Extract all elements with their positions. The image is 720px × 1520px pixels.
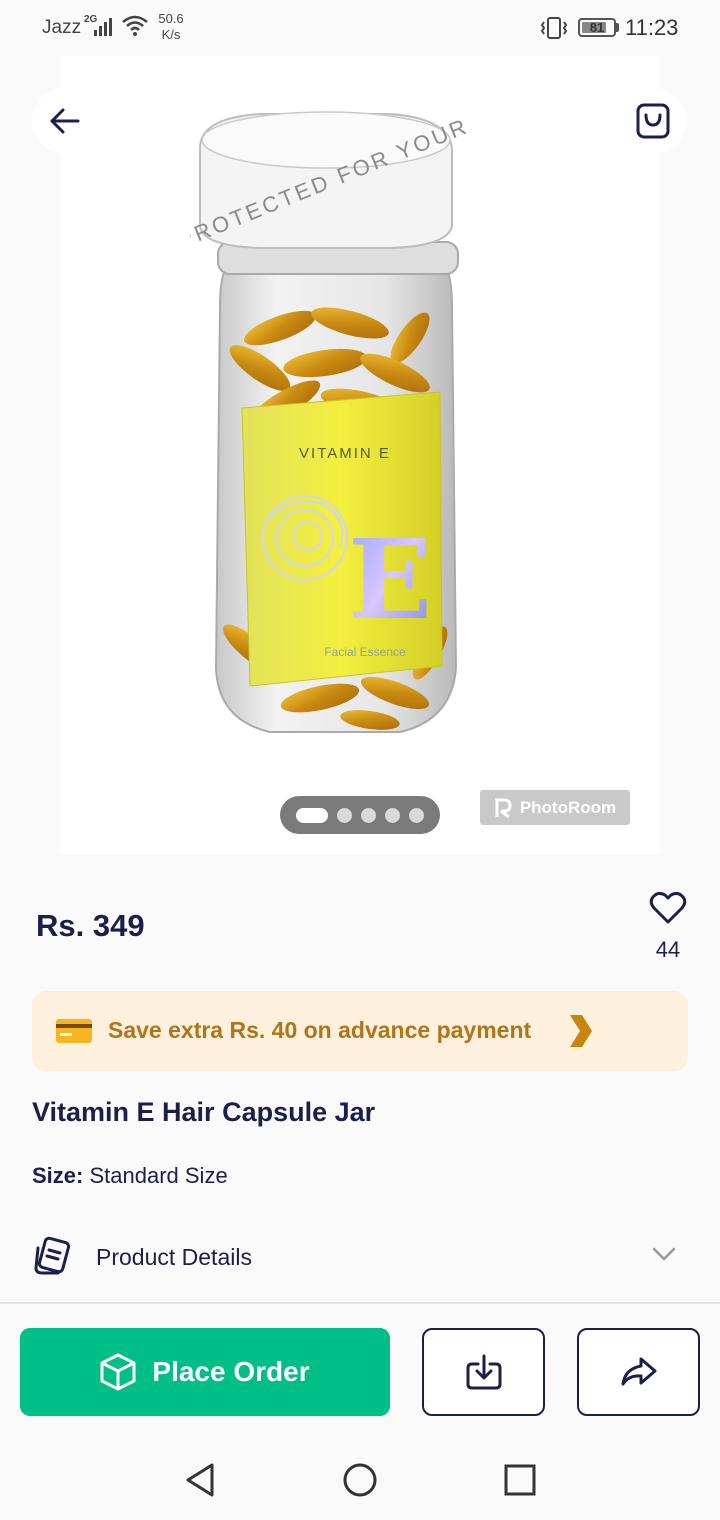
- offer-text: Save extra Rs. 40 on advance payment: [108, 1017, 532, 1043]
- back-button[interactable]: [32, 88, 98, 154]
- photoroom-watermark: PhotoRoom: [480, 790, 630, 825]
- status-bar: Jazz 2G 50.6 K/s 81 11:23: [0, 0, 720, 56]
- vibrate-icon: [540, 17, 568, 39]
- credit-card-icon: [56, 1019, 92, 1043]
- product-photo[interactable]: PROTECTED FOR YOUR VITAMIN E E Facial Es…: [190, 108, 480, 748]
- share-button[interactable]: [577, 1328, 700, 1416]
- system-navigation-bar: [0, 1436, 720, 1520]
- nav-back-icon[interactable]: [184, 1462, 216, 1498]
- product-details-label: Product Details: [96, 1244, 252, 1270]
- carrier-name: Jazz: [42, 17, 82, 38]
- heart-icon: [649, 891, 687, 924]
- gallery-pagination: [280, 796, 440, 834]
- document-icon: [34, 1236, 71, 1275]
- battery-cap: [616, 23, 619, 32]
- nav-recents-icon[interactable]: [504, 1464, 536, 1496]
- label-title: VITAMIN E: [299, 445, 391, 462]
- advance-payment-offer[interactable]: Save extra Rs. 40 on advance payment: [32, 991, 688, 1071]
- product-details-toggle[interactable]: Product Details: [32, 1230, 688, 1286]
- pagination-dot[interactable]: [385, 807, 400, 823]
- wishlist-count: 44: [655, 937, 681, 962]
- chevron-right-icon: [570, 1015, 592, 1047]
- label-letter: E: [348, 515, 432, 644]
- divider: [0, 1302, 720, 1304]
- download-button[interactable]: [422, 1328, 545, 1416]
- share-icon: [621, 1357, 656, 1386]
- network-speed: 50.6 K/s: [154, 11, 188, 43]
- size-value: Standard Size: [89, 1163, 228, 1188]
- product-title: Vitamin E Hair Capsule Jar: [32, 1097, 376, 1127]
- cart-button[interactable]: [620, 88, 686, 154]
- battery-indicator: 81: [578, 18, 616, 37]
- speed-unit: K/s: [161, 27, 181, 42]
- product-price: Rs. 349: [36, 908, 145, 943]
- place-order-label: Place Order: [152, 1356, 310, 1387]
- battery-level: 81: [589, 20, 605, 35]
- pagination-dot[interactable]: [296, 807, 328, 823]
- product-size: Size: Standard Size: [32, 1163, 228, 1189]
- shopping-bag-icon: [636, 103, 670, 139]
- wishlist-button[interactable]: [646, 886, 690, 930]
- wifi-icon: [122, 15, 148, 36]
- speed-value: 50.6: [158, 11, 184, 26]
- nav-home-icon[interactable]: [342, 1462, 378, 1498]
- arrow-left-icon: [50, 108, 80, 134]
- label-subtext: Facial Essence: [324, 645, 406, 659]
- photoroom-logo-icon: [495, 798, 512, 818]
- signal-icon: [94, 18, 112, 36]
- box-icon: [100, 1353, 136, 1391]
- download-icon: [466, 1354, 501, 1390]
- size-label: Size:: [32, 1163, 84, 1188]
- pagination-dot[interactable]: [337, 807, 352, 823]
- chevron-down-icon: [652, 1247, 676, 1261]
- clock: 11:23: [625, 15, 679, 40]
- place-order-button[interactable]: Place Order: [20, 1328, 390, 1416]
- pagination-dot[interactable]: [409, 807, 424, 823]
- pagination-dot[interactable]: [361, 807, 376, 823]
- watermark-text: PhotoRoom: [519, 797, 617, 817]
